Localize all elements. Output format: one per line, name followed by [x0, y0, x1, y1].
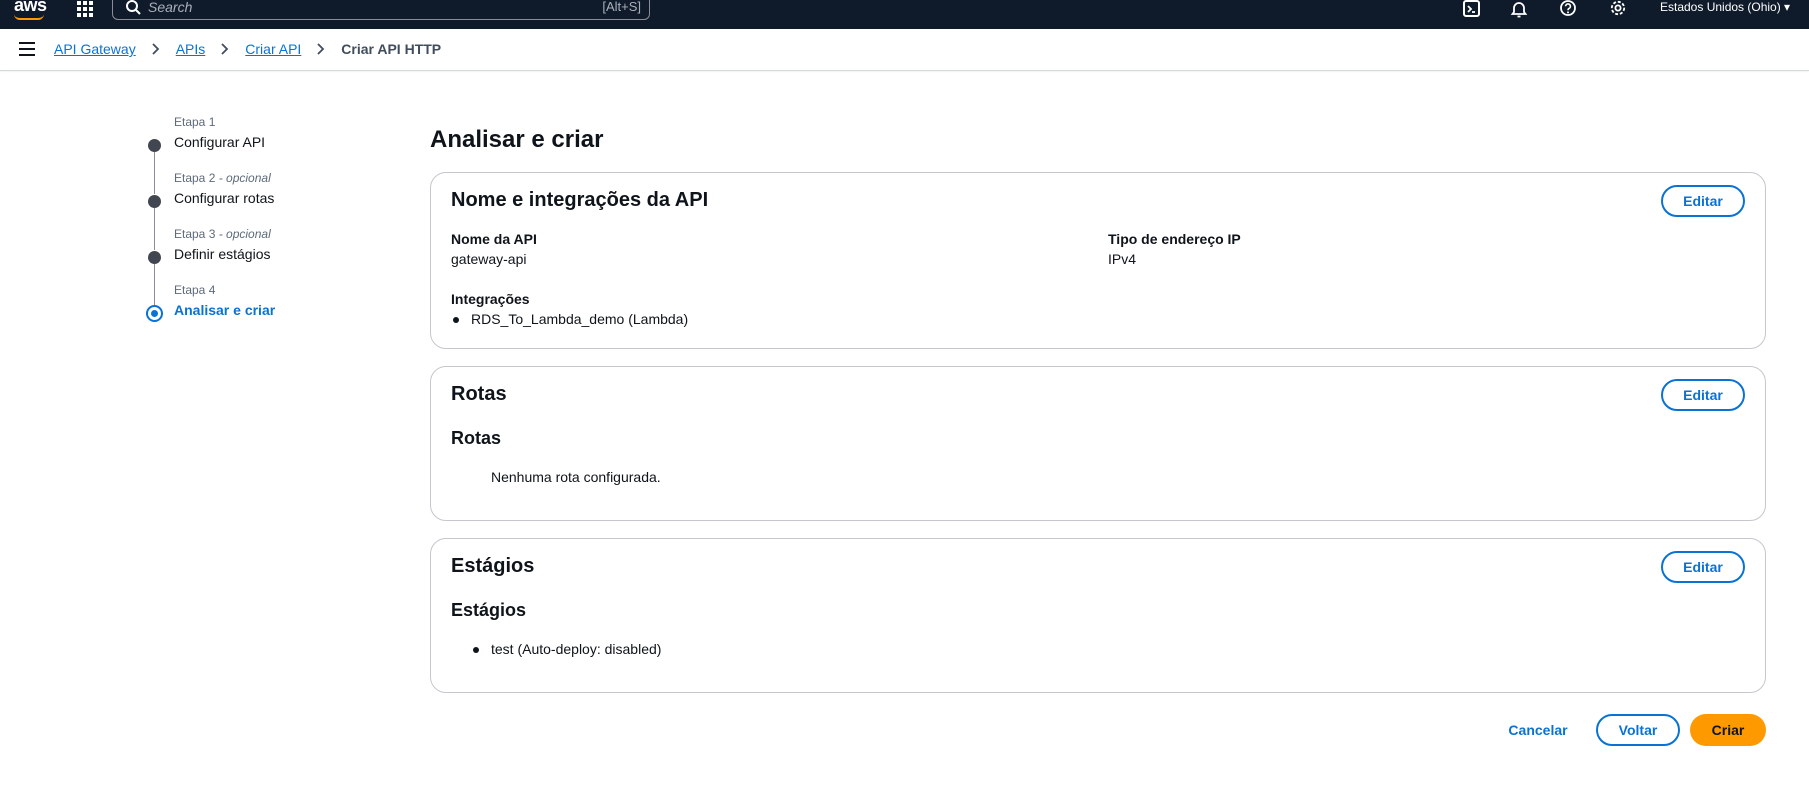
- integration-list-item: RDS_To_Lambda_demo (Lambda): [452, 311, 689, 327]
- api-name-label: Nome da API: [451, 231, 537, 247]
- api-details-card: Nome e integrações da API Editar Nome da…: [430, 172, 1766, 349]
- breadcrumb-current: Criar API HTTP: [341, 41, 442, 57]
- bell-icon[interactable]: [1509, 0, 1529, 18]
- settings-icon[interactable]: [1608, 0, 1628, 18]
- card-header: Nome e integrações da API: [451, 189, 709, 211]
- help-icon[interactable]: [1558, 0, 1578, 18]
- page-title: Analisar e criar: [430, 126, 604, 153]
- step-kicker: Etapa 1: [174, 115, 216, 129]
- breadcrumb-api-gateway[interactable]: API Gateway: [54, 41, 136, 57]
- step-status-dot-icon: [148, 139, 161, 152]
- cancel-button[interactable]: Cancelar: [1496, 717, 1580, 743]
- create-button[interactable]: Criar: [1690, 714, 1766, 746]
- routes-subheading: Rotas: [451, 428, 502, 448]
- step-status-dot-icon: [148, 195, 161, 208]
- step-title[interactable]: Configurar rotas: [174, 190, 274, 206]
- search-icon: [126, 0, 141, 15]
- step-status-dot-icon: [148, 251, 161, 264]
- search-shortcut-hint: [Alt+S]: [602, 0, 641, 14]
- breadcrumb-criar-api[interactable]: Criar API: [245, 41, 301, 57]
- aws-logo-smile: [14, 14, 44, 20]
- step-title: Analisar e criar: [174, 302, 276, 318]
- stages-subheading: Estágios: [451, 600, 527, 620]
- breadcrumb-apis[interactable]: APIs: [176, 41, 206, 57]
- edit-stages-button[interactable]: Editar: [1661, 551, 1745, 583]
- integrations-label: Integrações: [451, 291, 530, 307]
- search-bar[interactable]: [Alt+S]: [112, 0, 650, 20]
- chevron-right-icon: [317, 43, 325, 55]
- step-active-dot-icon: [146, 305, 163, 322]
- breadcrumb: API Gateway APIs Criar API Criar API HTT…: [54, 41, 441, 57]
- search-input[interactable]: [148, 0, 548, 18]
- chevron-right-icon: [152, 43, 159, 55]
- card-header: Rotas: [451, 383, 507, 405]
- chevron-right-icon: [221, 43, 229, 55]
- services-grid-icon[interactable]: [77, 1, 95, 17]
- edit-api-button[interactable]: Editar: [1661, 185, 1745, 217]
- step-kicker: Etapa 2 - opcional: [174, 171, 271, 185]
- routes-card: Rotas Editar Rotas Nenhuma rota configur…: [430, 366, 1766, 521]
- ip-type-label: Tipo de endereço IP: [1108, 231, 1241, 247]
- edit-routes-button[interactable]: Editar: [1661, 379, 1745, 411]
- routes-empty-text: Nenhuma rota configurada.: [491, 469, 661, 485]
- ip-type-value: IPv4: [1108, 251, 1137, 267]
- step-kicker: Etapa 4: [174, 283, 216, 297]
- step-connector: [154, 264, 155, 306]
- top-navigation-bar: aws [Alt+S] Estados Unidos (Ohio) ▾: [0, 0, 1809, 29]
- stages-card: Estágios Editar Estágios test (Auto-depl…: [430, 538, 1766, 693]
- step-kicker: Etapa 3 - opcional: [174, 227, 271, 241]
- card-header: Estágios: [451, 555, 535, 577]
- back-button[interactable]: Voltar: [1596, 714, 1680, 746]
- step-title[interactable]: Configurar API: [174, 134, 265, 150]
- cloudshell-icon[interactable]: [1462, 0, 1482, 18]
- step-title[interactable]: Definir estágios: [174, 246, 271, 262]
- api-name-value: gateway-api: [451, 251, 527, 267]
- region-selector[interactable]: Estados Unidos (Ohio) ▾: [1660, 0, 1790, 14]
- step-connector: [154, 152, 155, 194]
- breadcrumb-bar: API Gateway APIs Criar API Criar API HTT…: [0, 29, 1809, 71]
- wizard-steps: Etapa 1 Configurar API Etapa 2 - opciona…: [146, 115, 396, 335]
- stage-list-item: test (Auto-deploy: disabled): [472, 641, 662, 657]
- menu-hamburger-icon[interactable]: [19, 42, 35, 56]
- step-connector: [154, 208, 155, 250]
